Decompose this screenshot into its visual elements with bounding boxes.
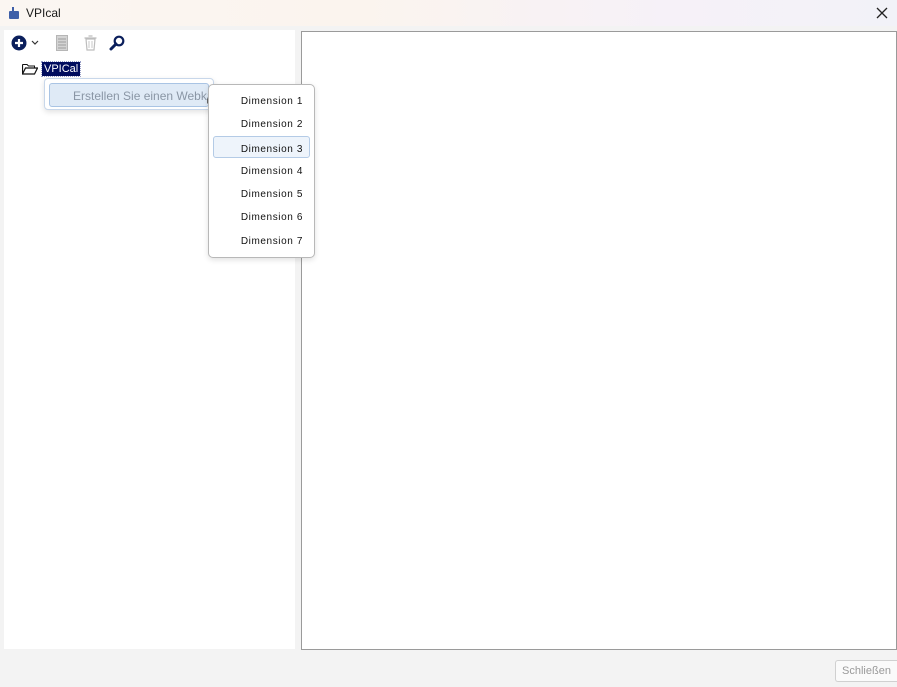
open-folder-icon [22, 64, 38, 75]
submenu-item-label: Dimension 4 [240, 166, 303, 177]
submenu-item-label: Dimension 2 [240, 119, 303, 130]
document-icon [56, 35, 68, 51]
plus-circle-icon [11, 35, 27, 51]
submenu-item-label: Dimension 1 [240, 96, 303, 107]
submenu-item-dimension-4[interactable]: Dimension 4 [213, 161, 310, 183]
submenu-item-label: Dimension 3 [240, 144, 303, 155]
window-title: VPIcal [26, 6, 61, 20]
tree-root-label[interactable]: VPICal [40, 61, 82, 77]
close-icon [876, 7, 888, 19]
tree-root-node[interactable]: VPICal [22, 61, 82, 77]
add-dropdown-button[interactable] [30, 33, 40, 53]
submenu-item-dimension-1[interactable]: Dimension 1 [213, 91, 310, 113]
submenu-item-dimension-5[interactable]: Dimension 5 [213, 184, 310, 206]
toolbar [4, 30, 295, 56]
footer-bar [0, 650, 897, 687]
magnifier-icon [109, 35, 125, 51]
submenu-item-dimension-6[interactable]: Dimension 6 [213, 207, 310, 229]
trash-icon [84, 35, 96, 51]
submenu-item-label: Dimension 6 [240, 212, 303, 223]
submenu-item-label: Dimension 7 [240, 236, 303, 247]
submenu-item-dimension-3[interactable]: Dimension 3 [213, 136, 310, 158]
chevron-down-icon [31, 40, 39, 45]
search-button[interactable] [109, 33, 125, 53]
submenu-item-dimension-2[interactable]: Dimension 2 [213, 114, 310, 136]
submenu-item-dimension-7[interactable]: Dimension 7 [213, 231, 310, 253]
delete-button[interactable] [83, 33, 97, 53]
app-thumb-icon [9, 7, 19, 19]
content-pane [301, 31, 897, 650]
dimension-submenu: Dimension 1 Dimension 2 Dimension 3 Dime… [208, 84, 315, 258]
close-button[interactable]: Schließen [835, 660, 897, 682]
edit-button[interactable] [55, 33, 69, 53]
window-close-button[interactable] [867, 0, 897, 26]
title-bar: VPIcal [0, 0, 897, 26]
submenu-item-label: Dimension 5 [240, 189, 303, 200]
add-button[interactable] [10, 33, 28, 53]
